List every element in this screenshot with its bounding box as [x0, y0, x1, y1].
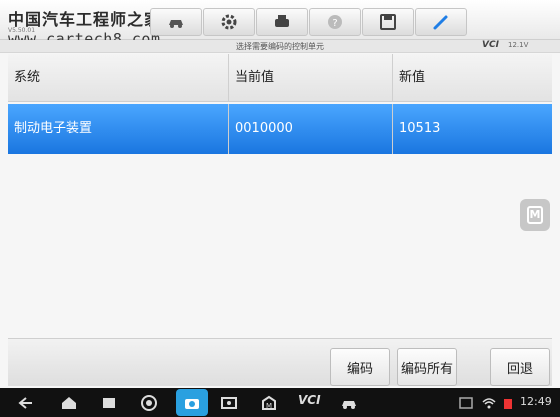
status-strip: 选择需要编码的控制单元 VCI 12.1V [0, 40, 560, 53]
nav-browser[interactable] [138, 392, 160, 413]
nav-recents[interactable] [98, 392, 120, 413]
coding-table: 系统 当前值 新值 制动电子装置 0010000 10513 [8, 54, 552, 338]
nav-home[interactable] [58, 392, 80, 413]
header-new: 新值 [392, 54, 552, 102]
android-nav-bar: M VCI 12:49 [0, 388, 560, 417]
footer-bar: 编码 编码所有 回退 [8, 338, 552, 386]
back-arrow-icon [18, 396, 32, 409]
wifi-icon [482, 397, 496, 408]
floating-menu-button[interactable]: M [520, 199, 550, 231]
battery-voltage: 12.1V [508, 41, 529, 49]
image-icon [459, 396, 473, 409]
code-all-button[interactable]: 编码所有 [397, 348, 457, 386]
home-icon [62, 396, 76, 409]
camera-icon [185, 398, 199, 409]
code-button[interactable]: 编码 [330, 348, 390, 386]
back-button[interactable]: 回退 [490, 348, 550, 386]
help-icon: ? [328, 15, 342, 29]
recents-icon [103, 397, 115, 408]
print-icon [275, 15, 289, 27]
svg-text:?: ? [332, 18, 337, 29]
svg-text:M: M [266, 402, 272, 410]
vci-status: VCI [482, 40, 499, 50]
header-system: 系统 [14, 70, 41, 85]
nav-vci[interactable]: VCI [298, 393, 321, 407]
clock: 12:49 [520, 395, 552, 408]
top-toolbar: 中国汽车工程师之家 V5.50.01 ? www.cartech8.com [0, 0, 560, 48]
menu-m-icon: M [527, 206, 543, 224]
nav-battery [498, 392, 520, 413]
print-button[interactable] [256, 8, 308, 36]
screen: 中国汽车工程师之家 V5.50.01 ? www.cartech8.com 选择… [0, 0, 560, 417]
save-icon [380, 14, 396, 30]
edit-button[interactable] [415, 8, 467, 36]
settings-button[interactable] [203, 8, 255, 36]
nav-camera[interactable] [176, 389, 208, 416]
help-button[interactable]: ? [309, 8, 361, 36]
cell-system: 制动电子装置 [14, 121, 93, 136]
nav-gallery [455, 392, 477, 413]
battery-icon [504, 398, 512, 409]
nav-store[interactable]: M [258, 392, 280, 413]
header-current: 当前值 [228, 54, 392, 102]
car-icon [342, 400, 356, 409]
nav-media[interactable] [218, 392, 240, 413]
pen-icon [433, 15, 448, 30]
gear-icon [221, 14, 237, 30]
nav-back[interactable] [15, 392, 37, 413]
cell-new: 10513 [392, 104, 552, 154]
page-title: 选择需要编码的控制单元 [236, 42, 324, 51]
cell-current: 0010000 [228, 104, 392, 154]
car-icon [169, 20, 183, 28]
media-icon [221, 396, 237, 409]
save-button[interactable] [362, 8, 414, 36]
nav-wifi [478, 392, 500, 413]
browser-icon [141, 394, 157, 411]
table-row[interactable]: 制动电子装置 0010000 10513 [8, 104, 552, 154]
store-icon: M [262, 395, 276, 410]
table-header: 系统 当前值 新值 [8, 54, 552, 102]
nav-car[interactable] [338, 392, 360, 413]
